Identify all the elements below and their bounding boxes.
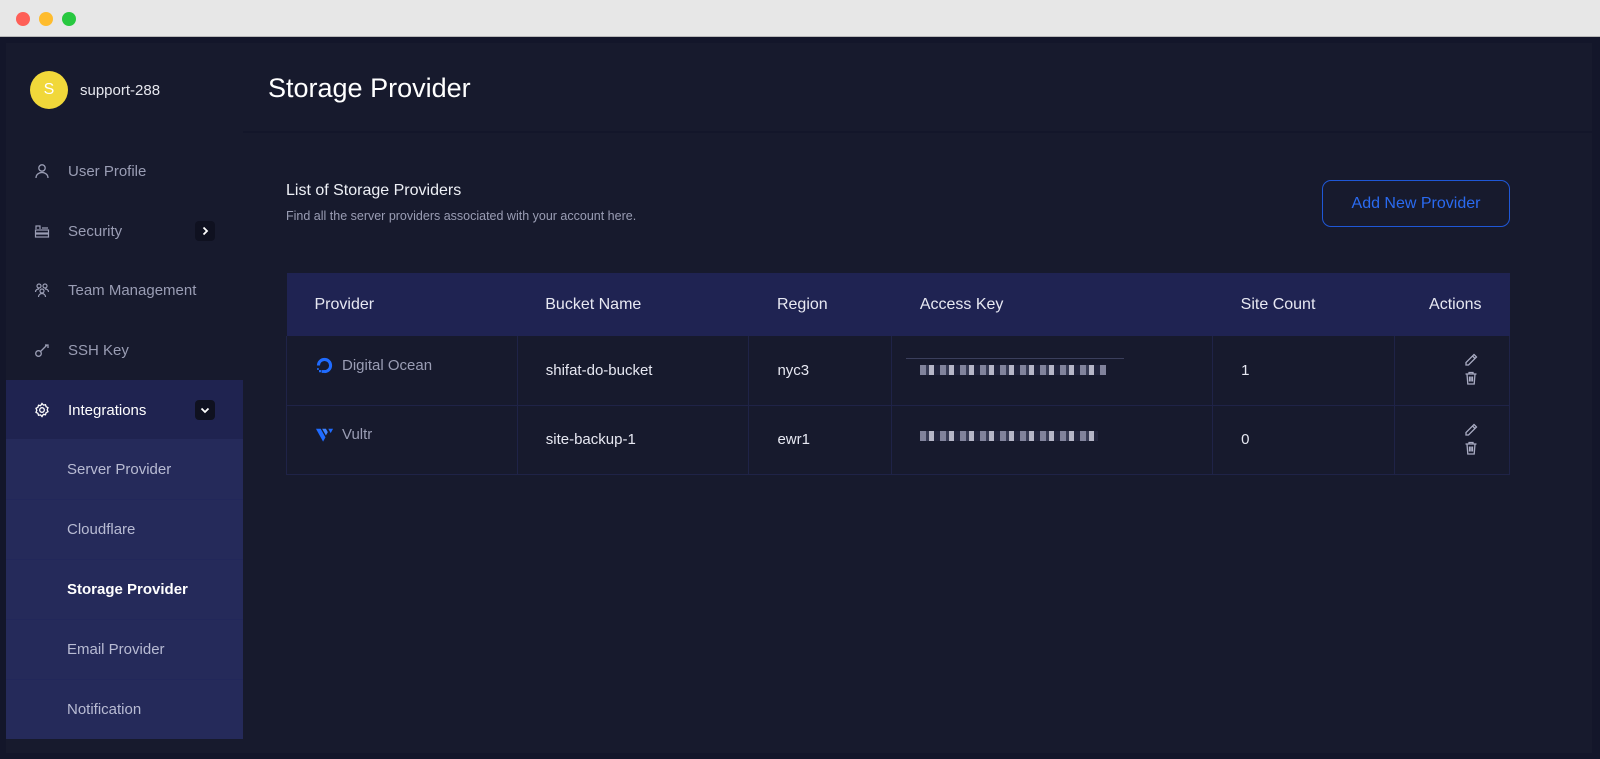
provider-name: Vultr — [342, 426, 373, 443]
column-header-access-key: Access Key — [919, 295, 1004, 313]
sidebar-subitem-label: Email Provider — [67, 641, 165, 658]
gear-icon — [34, 402, 50, 418]
security-icon — [34, 223, 50, 239]
chevron-right-icon[interactable] — [195, 221, 215, 241]
provider-cell: Vultr — [286, 405, 518, 474]
sidebar-item-team-management[interactable]: Team Management — [6, 260, 243, 320]
sidebar-subitem-email-provider[interactable]: Email Provider — [6, 619, 243, 679]
table-header-row: Provider Bucket Name Region Access Key S… — [286, 273, 1510, 336]
section-subtitle: Find all the server providers associated… — [286, 209, 637, 223]
close-window-button[interactable] — [16, 12, 30, 26]
region-cell: nyc3 — [748, 336, 893, 405]
column-header-site-count: Site Count — [1240, 295, 1316, 313]
avatar: S — [30, 71, 68, 109]
edit-icon[interactable] — [1463, 422, 1481, 440]
provider-cell: Digital Ocean — [286, 336, 518, 405]
trash-icon[interactable] — [1463, 440, 1481, 458]
edit-icon[interactable] — [1463, 352, 1481, 370]
access-key-cell — [891, 336, 1214, 405]
access-key-underline — [906, 358, 1125, 360]
redacted-access-key — [920, 431, 1099, 441]
sidebar-item-user-profile[interactable]: User Profile — [6, 141, 243, 201]
sidebar-subitem-storage-provider[interactable]: Storage Provider — [6, 559, 243, 619]
user-account[interactable]: S support-288 — [30, 71, 160, 109]
bucket-name-cell: site-backup-1 — [516, 405, 750, 474]
sidebar-item-ssh-key[interactable]: SSH Key — [6, 320, 243, 380]
maximize-window-button[interactable] — [62, 12, 76, 26]
provider-name: Digital Ocean — [342, 356, 433, 374]
access-key-cell — [891, 405, 1214, 474]
sidebar-subitem-server-provider[interactable]: Server Provider — [6, 439, 243, 499]
sidebar-item-label: Team Management — [68, 281, 197, 299]
sidebar-item-label: Security — [68, 222, 123, 240]
sidebar-item-label: User Profile — [68, 162, 147, 180]
bucket-name-cell: shifat-do-bucket — [516, 336, 750, 405]
sidebar: S support-288 User Profile Security Team… — [6, 43, 243, 753]
integrations-submenu: Server Provider Cloudflare Storage Provi… — [6, 439, 243, 739]
sidebar-subitem-label: Server Provider — [67, 460, 172, 478]
key-icon — [34, 342, 50, 358]
column-header-actions: Actions — [1429, 295, 1482, 313]
minimize-window-button[interactable] — [39, 12, 53, 26]
app: S support-288 User Profile Security Team… — [0, 37, 1600, 759]
section-title: List of Storage Providers — [286, 182, 462, 199]
window-titlebar — [0, 0, 1600, 37]
sidebar-subitem-label: Storage Provider — [67, 581, 188, 598]
sidebar-item-security[interactable]: Security — [6, 201, 243, 261]
site-count-cell: 0 — [1212, 405, 1395, 474]
region-cell: ewr1 — [748, 405, 893, 474]
sidebar-subitem-cloudflare[interactable]: Cloudflare — [6, 499, 243, 559]
storage-providers-table: Provider Bucket Name Region Access Key S… — [286, 273, 1511, 475]
site-count-cell: 1 — [1212, 336, 1395, 405]
column-header-provider: Provider — [314, 295, 375, 313]
chevron-down-icon[interactable] — [195, 400, 215, 420]
sidebar-subitem-notification[interactable]: Notification — [6, 679, 243, 739]
column-header-bucket-name: Bucket Name — [545, 295, 642, 313]
column-header-region: Region — [776, 295, 828, 313]
redacted-access-key — [920, 365, 1107, 376]
sidebar-subitem-label: Cloudflare — [67, 521, 136, 538]
sidebar-item-integrations[interactable]: Integrations — [6, 380, 243, 440]
table-row: Digital Ocean shifat-do-bucket nyc3 1 — [286, 336, 1511, 405]
add-new-provider-button[interactable]: Add New Provider — [1322, 180, 1510, 227]
sidebar-subitem-label: Notification — [67, 701, 142, 718]
team-icon — [34, 282, 50, 298]
page-title: Storage Provider — [268, 73, 471, 103]
table-row: Vultr site-backup-1 ewr1 0 — [286, 405, 1511, 474]
sidebar-item-label: SSH Key — [68, 341, 129, 359]
username: support-288 — [80, 81, 161, 99]
digitalocean-logo-icon — [316, 357, 333, 373]
sidebar-item-label: Integrations — [68, 401, 147, 419]
actions-cell — [1393, 405, 1511, 474]
trash-icon[interactable] — [1463, 370, 1481, 388]
actions-cell — [1393, 336, 1511, 405]
vultr-logo-icon — [315, 428, 334, 442]
main-content: List of Storage Providers Find all the s… — [243, 133, 1592, 753]
page-header: Storage Provider — [243, 43, 1592, 131]
user-icon — [34, 163, 50, 179]
